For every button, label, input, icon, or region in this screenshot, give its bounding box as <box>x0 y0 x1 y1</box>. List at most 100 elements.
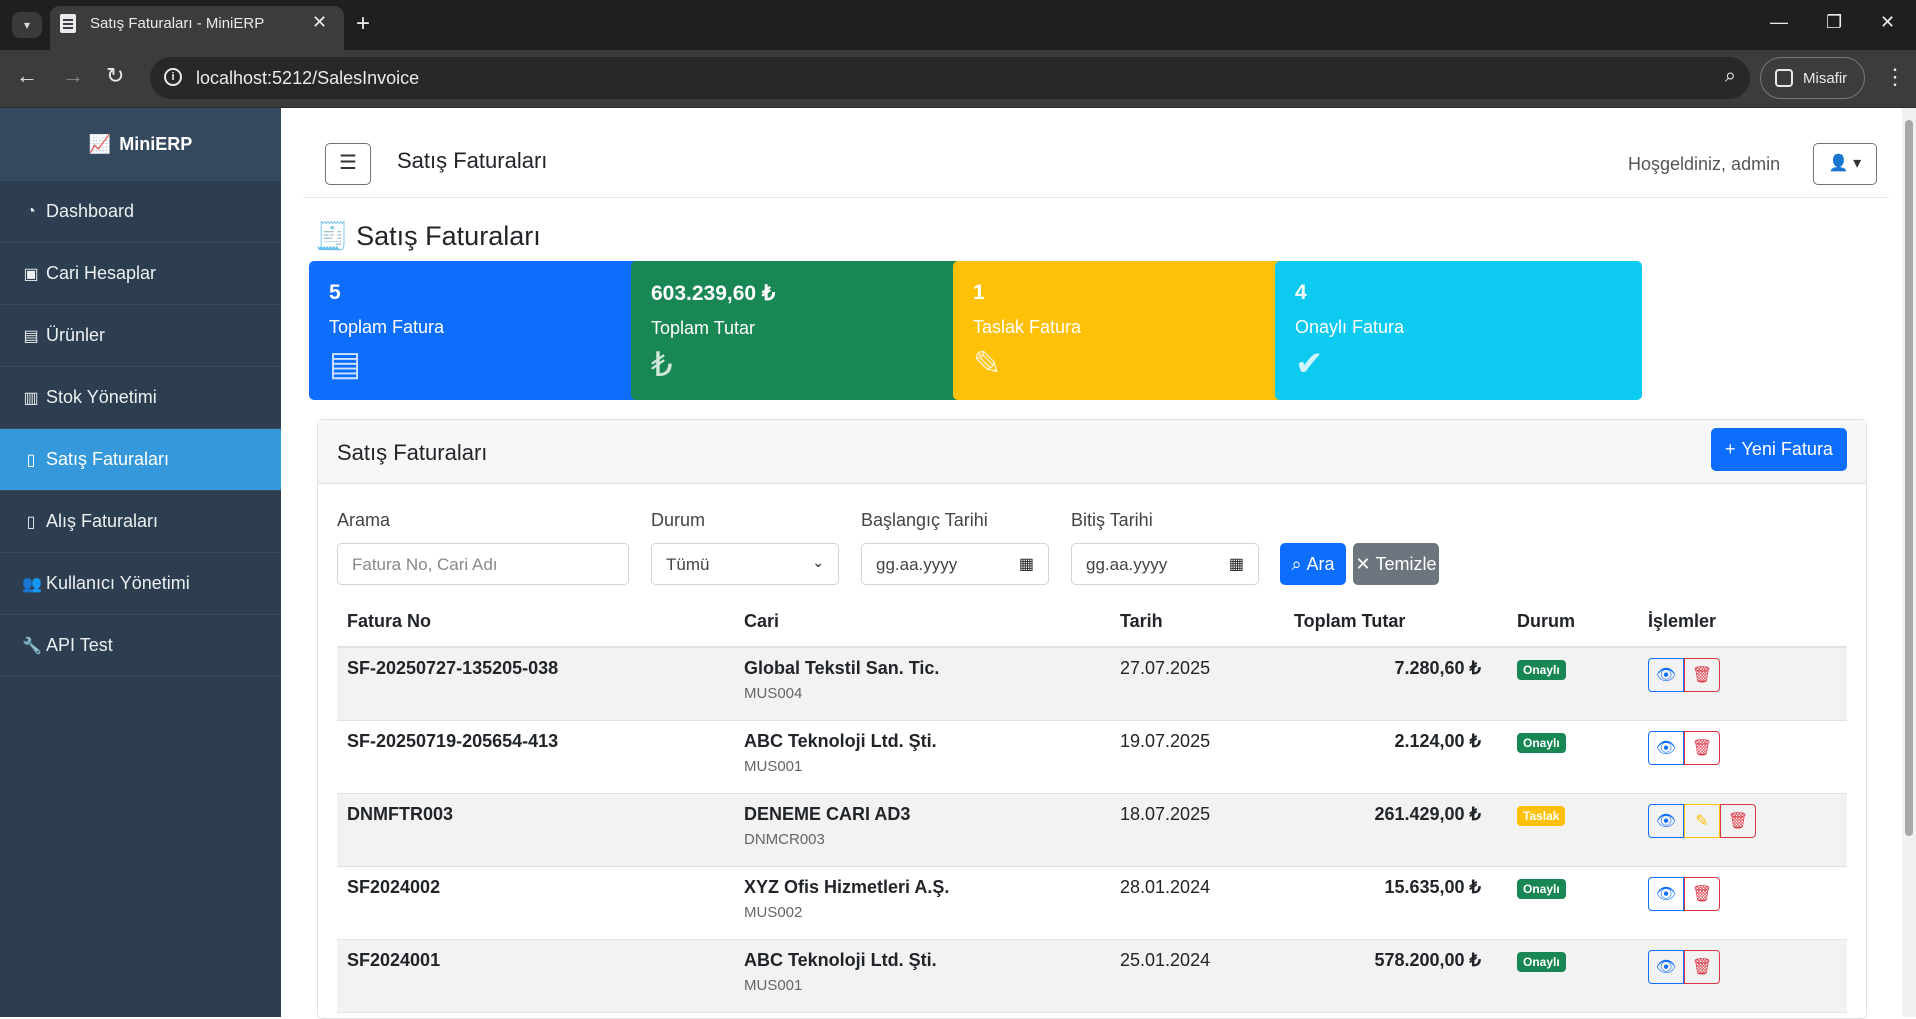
wrench-icon: 🔧 <box>22 637 42 655</box>
clear-button-label: Temizle <box>1375 553 1437 574</box>
sidebar-item-1[interactable]: ▣ Cari Hesaplar <box>0 243 281 305</box>
status-select[interactable]: Tümü ⌄ <box>651 543 839 585</box>
new-invoice-label: Yeni Fatura <box>1741 439 1833 459</box>
tab-search-dropdown-icon[interactable]: ▾ <box>12 12 42 38</box>
trash-icon[interactable]: 🗑 <box>1684 876 1720 911</box>
trash-icon[interactable]: 🗑 <box>1720 803 1756 838</box>
invoice-date: 27.07.2025 <box>1110 647 1284 721</box>
clear-button[interactable]: ✕ Temizle <box>1353 543 1439 585</box>
sidebar: 📈 MiniERP ◔ Dashboard ▣ Cari Hesaplar ▤ Ürünl… <box>0 108 281 1017</box>
sidebar-item-3[interactable]: ▥ Stok Yönetimi <box>0 367 281 429</box>
sidebar-toggle-button[interactable]: ☰ <box>325 143 371 185</box>
new-invoice-button[interactable]: + Yeni Fatura <box>1711 428 1847 471</box>
top-navbar: ☰ Satış Faturaları Hoşgeldiniz, admin 👤 … <box>303 108 1889 198</box>
cari-code: MUS001 <box>744 976 803 994</box>
view-icon[interactable]: 👁 <box>1648 876 1684 911</box>
reload-icon[interactable]: ↻ <box>106 64 124 88</box>
view-icon[interactable]: 👁 <box>1648 803 1684 838</box>
table-row: SF-20250719-205654-413 ABC Teknoloji Ltd.… <box>337 720 1847 794</box>
actions-cell: 👁 ✎ 🗑 <box>1638 793 1847 867</box>
url-text[interactable]: localhost:5212/SalesInvoice <box>196 68 419 89</box>
scrollbar-thumb[interactable] <box>1905 120 1913 836</box>
tachometer-icon: ◔ <box>26 202 36 220</box>
stat-value: 5 <box>329 281 341 304</box>
sidebar-item-0[interactable]: ◔ Dashboard <box>0 181 281 243</box>
search-label: Arama <box>337 510 391 530</box>
sidebar-item-6[interactable]: 👥 Kullanıcı Yönetimi <box>0 553 281 615</box>
site-info-icon[interactable]: i <box>164 68 182 86</box>
invoice-no[interactable]: SF2024001 <box>337 939 734 1013</box>
page-title-text: Satış Faturaları <box>356 221 541 251</box>
table-row: SF-20250727-135205-038 Global Tekstil San… <box>337 647 1847 721</box>
restore-icon[interactable]: ❐ <box>1826 12 1842 33</box>
stat-card: 603.239,60 ₺ Toplam Tutar ₺ <box>631 261 998 400</box>
profile-button[interactable]: Misafir <box>1760 57 1865 99</box>
invoice-icon: ▤ <box>329 345 362 383</box>
trash-icon[interactable]: 🗑 <box>1684 658 1720 692</box>
invoice-date: 19.07.2025 <box>1110 720 1284 794</box>
users-icon: 👥 <box>22 575 42 593</box>
user-menu-button[interactable]: 👤 ▾ <box>1813 143 1877 185</box>
actions-cell: 👁 🗑 <box>1638 939 1847 1013</box>
calendar-icon[interactable]: ▦ <box>1019 554 1034 574</box>
end-date-input[interactable]: gg.aa.yyyy ▦ <box>1071 543 1259 585</box>
stat-card: 1 Taslak Fatura ✎ <box>953 261 1320 400</box>
invoice-no[interactable]: SF-20250719-205654-413 <box>337 720 734 794</box>
col-header: Toplam Tutar <box>1284 597 1507 648</box>
trash-icon[interactable]: 🗑 <box>1684 730 1720 765</box>
chevron-down-icon: ⌄ <box>812 554 824 570</box>
invoice-date: 28.01.2024 <box>1110 866 1284 940</box>
sidebar-item-2[interactable]: ▤ Ürünler <box>0 305 281 367</box>
brand-name: MiniERP <box>119 134 193 154</box>
invoice-no[interactable]: SF2024002 <box>337 866 734 940</box>
cari-name: Global Tekstil San. Tic. <box>744 658 940 678</box>
minimize-icon[interactable]: — <box>1770 12 1788 33</box>
stat-label: Taslak Fatura <box>973 317 1082 337</box>
back-icon[interactable]: ← <box>16 64 38 88</box>
check-circle-icon: ✔ <box>1295 345 1324 383</box>
welcome-text: Hoşgeldiniz, admin <box>1628 154 1781 174</box>
invoice-no[interactable]: SF-20250727-135205-038 <box>337 647 734 721</box>
status-select-value: Tümü <box>666 555 710 574</box>
search-input[interactable]: Fatura No, Cari Adı <box>337 543 629 585</box>
forward-icon[interactable]: → <box>62 64 84 88</box>
times-icon: ✕ <box>1355 553 1371 574</box>
sidebar-item-label: Ürünler <box>46 325 106 345</box>
zoom-icon[interactable]: ⌕ <box>1725 65 1736 88</box>
status-badge: Onaylı <box>1517 878 1566 899</box>
start-date-input[interactable]: gg.aa.yyyy ▦ <box>861 543 1049 585</box>
browser-menu-icon[interactable]: ⋮ <box>1884 64 1906 90</box>
sidebar-item-label: Dashboard <box>46 201 135 221</box>
status-badge: Onaylı <box>1517 951 1566 972</box>
col-header: Cari <box>734 597 1110 648</box>
sidebar-item-5[interactable]: ▯ Alış Faturaları <box>0 491 281 553</box>
view-icon[interactable]: 👁 <box>1648 658 1684 692</box>
file-icon: ▯ <box>26 513 36 531</box>
page-scrollbar[interactable] <box>1902 108 1916 1017</box>
calendar-icon[interactable]: ▦ <box>1229 554 1244 574</box>
trash-icon[interactable]: 🗑 <box>1684 949 1720 984</box>
actions-cell: 👁 🗑 <box>1638 647 1847 721</box>
sidebar-item-label: Cari Hesaplar <box>46 263 157 283</box>
invoice-no[interactable]: DNMFTR003 <box>337 793 734 867</box>
cari-name: DENEME CARI AD3 <box>744 803 911 824</box>
view-icon[interactable]: 👁 <box>1648 730 1684 765</box>
brand[interactable]: 📈 MiniERP <box>0 108 281 181</box>
stat-card: 4 Onaylı Fatura ✔ <box>1275 261 1642 400</box>
status-badge: Taslak <box>1517 805 1566 826</box>
address-bar[interactable]: i localhost:5212/SalesInvoice ⌕ <box>150 57 1750 99</box>
sidebar-item-4[interactable]: ▯ Satış Faturaları <box>0 429 281 491</box>
new-tab-icon[interactable]: + <box>356 10 370 38</box>
table-row: SF2024002 XYZ Ofis Hizmetleri A.Ş. MUS002 2… <box>337 866 1847 940</box>
sidebar-item-7[interactable]: 🔧 API Test <box>0 615 281 677</box>
search-button[interactable]: ⌕ Ara <box>1280 543 1346 585</box>
window-close-icon[interactable]: ✕ <box>1880 12 1895 33</box>
edit-icon[interactable]: ✎ <box>1684 803 1720 838</box>
view-icon[interactable]: 👁 <box>1648 949 1684 984</box>
browser-toolbar: ← → ↻ i localhost:5212/SalesInvoice ⌕ Mi… <box>0 50 1916 108</box>
search-button-label: Ara <box>1306 553 1335 574</box>
cari-cell: Global Tekstil San. Tic. MUS004 <box>734 647 1110 721</box>
stat-label: Toplam Tutar <box>651 318 756 338</box>
tab-close-icon[interactable]: ✕ <box>312 12 327 33</box>
col-header: Tarih <box>1110 597 1284 648</box>
